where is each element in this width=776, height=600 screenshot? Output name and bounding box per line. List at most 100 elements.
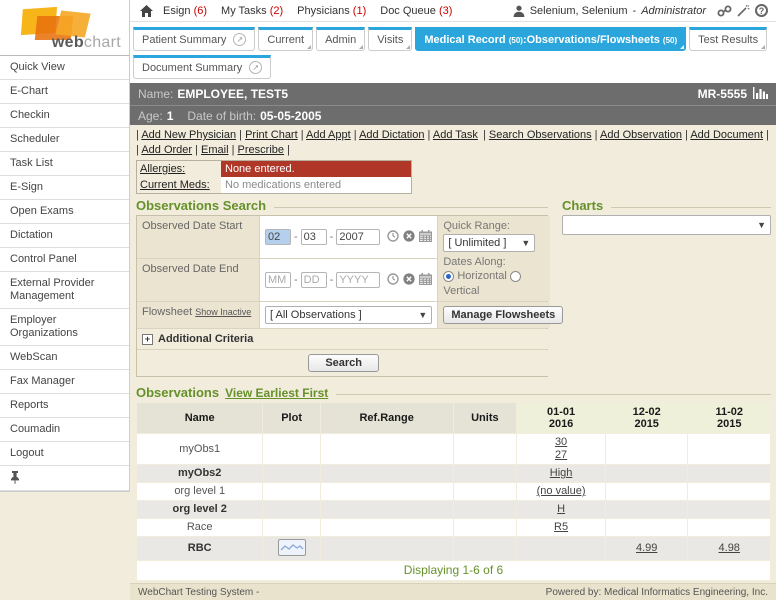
plot-cell[interactable] <box>263 537 319 560</box>
start-day-input[interactable] <box>301 229 327 245</box>
sidebar-item-coumadin[interactable]: Coumadin <box>0 418 129 442</box>
tab-visits[interactable]: Visits <box>368 27 412 51</box>
dates-along-label: Dates Along: <box>443 256 545 268</box>
flowsheet-select[interactable]: [ All Observations ]▼ <box>265 306 432 324</box>
observation-value-link[interactable]: H <box>557 503 565 516</box>
charts-select[interactable]: ▼ <box>562 215 771 235</box>
sidebar-item-fax-manager[interactable]: Fax Manager <box>0 370 129 394</box>
sidebar-item-e-chart[interactable]: E-Chart <box>0 80 129 104</box>
sidebar-item-reports[interactable]: Reports <box>0 394 129 418</box>
tab-document-summary[interactable]: Document Summary↗ <box>133 55 271 79</box>
dates-along-horizontal-radio[interactable] <box>443 271 454 282</box>
expand-plus-icon[interactable]: + <box>142 334 153 345</box>
sidebar-item-open-exams[interactable]: Open Exams <box>0 200 129 224</box>
start-clear-icon[interactable] <box>403 230 415 245</box>
nav-item-my-tasks[interactable]: My Tasks (2) <box>221 5 283 17</box>
popout-icon[interactable]: ↗ <box>233 33 246 46</box>
value-cell <box>517 537 605 560</box>
action-link-add-document[interactable]: Add Document <box>690 129 763 141</box>
popout-icon[interactable]: ↗ <box>249 61 262 74</box>
nav-item-doc-queue[interactable]: Doc Queue (3) <box>380 5 452 17</box>
observation-value-link[interactable]: 4.98 <box>719 542 740 555</box>
dates-along-vertical-radio[interactable] <box>510 271 521 282</box>
wand-icon[interactable] <box>737 5 750 17</box>
sidebar-item-task-list[interactable]: Task List <box>0 152 129 176</box>
footer-system-label: WebChart Testing System - <box>138 587 259 598</box>
additional-criteria-row[interactable]: + Additional Criteria <box>137 329 550 349</box>
allergies-link[interactable]: Allergies: <box>140 163 185 175</box>
sidebar-item-webscan[interactable]: WebScan <box>0 346 129 370</box>
sidebar-item-dictation[interactable]: Dictation <box>0 224 129 248</box>
user-name[interactable]: Selenium, Selenium <box>530 5 628 17</box>
view-earliest-first-link[interactable]: View Earliest First <box>225 386 328 400</box>
ref-range-cell <box>321 519 453 536</box>
link-chain-icon[interactable] <box>717 5 732 17</box>
search-button-row: Search <box>137 350 550 376</box>
quick-range-select[interactable]: [ Unlimited ]▼ <box>443 234 535 252</box>
action-link-add-appt[interactable]: Add Appt <box>306 129 351 141</box>
sparkline-plot-icon[interactable] <box>278 539 306 556</box>
sidebar-pin-button[interactable] <box>0 466 129 491</box>
end-year-input[interactable] <box>336 272 380 288</box>
value-cell: (no value) <box>517 483 605 500</box>
show-inactive-link[interactable]: Show Inactive <box>195 307 251 317</box>
manage-flowsheets-button[interactable]: Manage Flowsheets <box>443 306 563 324</box>
observation-value-link[interactable]: (no value) <box>537 485 586 498</box>
start-time-clock-icon[interactable] <box>387 230 399 245</box>
start-year-input[interactable] <box>336 229 380 245</box>
footer-powered-by: Powered by: Medical Informatics Engineer… <box>546 587 768 598</box>
sidebar-item-scheduler[interactable]: Scheduler <box>0 128 129 152</box>
observation-value-link[interactable]: 27 <box>555 449 567 462</box>
nav-item-physicians[interactable]: Physicians (1) <box>297 5 366 17</box>
sidebar-item-checkin[interactable]: Checkin <box>0 104 129 128</box>
value-cell <box>688 434 770 464</box>
plot-cell <box>263 483 319 500</box>
home-icon[interactable] <box>140 5 153 17</box>
ref-range-cell <box>321 434 453 464</box>
top-navbar: Esign (6) My Tasks (2) Physicians (1) Doc Q… <box>130 0 776 22</box>
observation-value-link[interactable]: High <box>550 467 573 480</box>
sidebar-item-e-sign[interactable]: E-Sign <box>0 176 129 200</box>
tab-test-results[interactable]: Test Results <box>689 27 767 51</box>
start-calendar-icon[interactable] <box>419 230 432 245</box>
tab-medical-record-50-observations-flowsheets-50[interactable]: Medical Record (50):Observations/Flowshe… <box>415 27 686 51</box>
sidebar-item-logout[interactable]: Logout <box>0 442 129 466</box>
webchart-app: webchart Quick ViewE-ChartCheckinSchedul… <box>0 0 776 600</box>
action-link-print-chart[interactable]: Print Chart <box>245 129 298 141</box>
current-meds-link[interactable]: Current Meds: <box>140 179 210 191</box>
sidebar-item-external-provider-management[interactable]: External Provider Management <box>0 272 129 309</box>
tab-patient-summary[interactable]: Patient Summary↗ <box>133 27 255 51</box>
patient-dob: 05-05-2005 <box>260 109 321 123</box>
action-link-add-order[interactable]: Add Order <box>141 144 192 156</box>
tab-admin[interactable]: Admin <box>316 27 365 51</box>
observation-value-link[interactable]: R5 <box>554 521 568 534</box>
end-time-clock-icon[interactable] <box>387 273 399 288</box>
logo-text-web: web <box>52 34 84 51</box>
observation-value-link[interactable]: 30 <box>555 436 567 449</box>
start-month-input[interactable] <box>265 229 291 245</box>
search-button[interactable]: Search <box>308 354 379 372</box>
action-link-prescribe[interactable]: Prescribe <box>238 144 284 156</box>
nav-item-esign[interactable]: Esign (6) <box>163 5 207 17</box>
action-link-add-task[interactable]: Add Task <box>433 129 478 141</box>
end-day-input[interactable] <box>301 272 327 288</box>
help-icon[interactable]: ? <box>755 4 768 17</box>
webchart-logo[interactable]: webchart <box>0 0 130 56</box>
end-calendar-icon[interactable] <box>419 273 432 288</box>
sidebar-item-employer-organizations[interactable]: Employer Organizations <box>0 309 129 346</box>
action-link-email[interactable]: Email <box>201 144 229 156</box>
action-link-add-dictation[interactable]: Add Dictation <box>359 129 424 141</box>
end-month-input[interactable] <box>265 272 291 288</box>
order-action-links: | Add Order | Email | Prescribe | <box>136 144 290 157</box>
histogram-icon[interactable] <box>753 87 768 102</box>
ref-range-cell <box>321 483 453 500</box>
pin-icon <box>10 471 119 484</box>
action-link-add-observation[interactable]: Add Observation <box>600 129 682 141</box>
action-link-add-new-physician[interactable]: Add New Physician <box>141 129 236 141</box>
observation-value-link[interactable]: 4.99 <box>636 542 657 555</box>
sidebar-item-quick-view[interactable]: Quick View <box>0 56 129 80</box>
tab-current[interactable]: Current <box>258 27 313 51</box>
end-clear-icon[interactable] <box>403 273 415 288</box>
sidebar-item-control-panel[interactable]: Control Panel <box>0 248 129 272</box>
action-link-search-observations[interactable]: Search Observations <box>489 129 592 141</box>
